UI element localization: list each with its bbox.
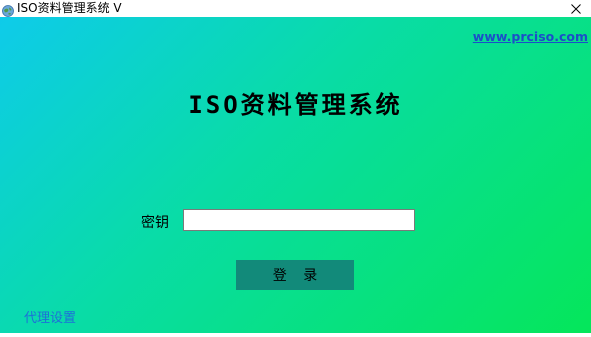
key-label: 密钥 (141, 215, 169, 231)
globe-icon (2, 2, 14, 17)
proxy-settings-link[interactable]: 代理设置 (24, 307, 76, 326)
app-window: ISO资料管理系统 V www.prciso.com ISO资料管理系统 密钥 … (0, 0, 591, 337)
title-bar[interactable]: ISO资料管理系统 V (0, 0, 591, 17)
close-icon (571, 0, 581, 18)
login-button[interactable]: 登 录 (236, 260, 354, 290)
login-button-label: 登 录 (272, 268, 324, 284)
website-link[interactable]: www.prciso.com (473, 29, 588, 44)
window-title: ISO资料管理系统 V (17, 1, 122, 15)
page-title: ISO资料管理系统 (188, 91, 403, 119)
key-input[interactable] (183, 209, 415, 231)
close-button[interactable] (561, 0, 591, 17)
login-panel: www.prciso.com ISO资料管理系统 密钥 登 录 代理设置 (0, 17, 591, 333)
